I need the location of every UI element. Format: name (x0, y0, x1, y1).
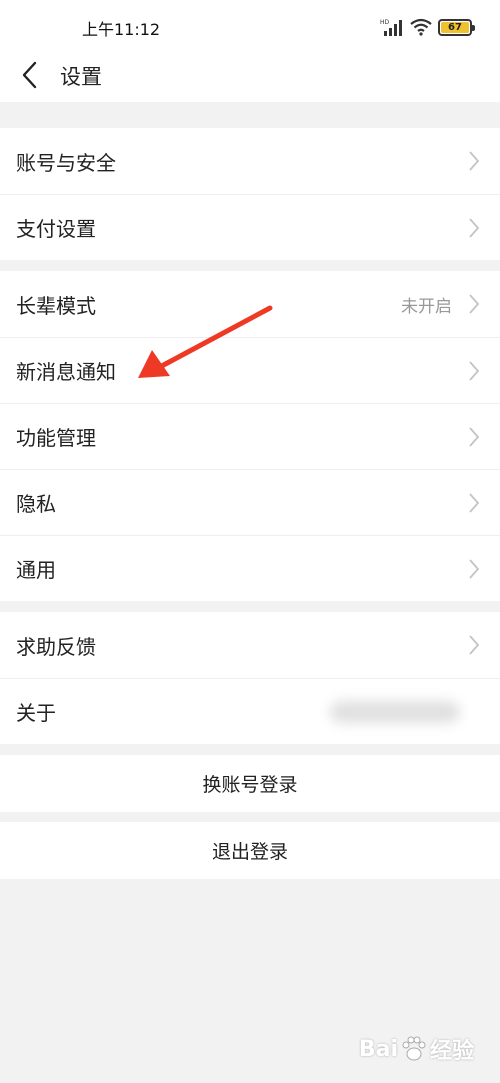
watermark-text-1: Bai (358, 1036, 398, 1062)
signal-icon: HD (380, 19, 402, 36)
settings-group-account: 账号与安全 支付设置 (0, 128, 500, 260)
settings-item-label: 通用 (16, 558, 56, 582)
paw-icon (402, 1036, 426, 1061)
elder-mode-status: 未开启 (401, 296, 452, 317)
settings-item-features[interactable]: 功能管理 (0, 403, 500, 469)
chevron-right-icon (469, 151, 480, 171)
page-title: 设置 (60, 65, 102, 89)
watermark-text-2: 经验 (429, 1039, 474, 1064)
settings-item-privacy[interactable]: 隐私 (0, 469, 500, 535)
settings-item-payment[interactable]: 支付设置 (0, 194, 500, 260)
chevron-right-icon (469, 218, 480, 238)
wifi-icon (410, 18, 432, 36)
baidu-watermark: Bai 经验 (359, 1033, 474, 1065)
chevron-right-icon (469, 559, 480, 579)
settings-item-label: 隐私 (16, 492, 56, 516)
settings-item-help-feedback[interactable]: 求助反馈 (0, 612, 500, 678)
chevron-right-icon (469, 294, 480, 314)
status-bar: 上午11:12 HD 67 (0, 0, 500, 52)
settings-item-account-security[interactable]: 账号与安全 (0, 128, 500, 194)
signal-hd-label: HD (380, 19, 390, 26)
status-time: 上午11:12 (82, 20, 161, 39)
settings-item-label: 功能管理 (16, 426, 96, 450)
settings-item-general[interactable]: 通用 (0, 535, 500, 601)
status-icons: HD 67 (380, 16, 475, 38)
settings-group-support: 求助反馈 关于 (0, 612, 500, 744)
blurred-version-info (330, 701, 460, 723)
logout-button[interactable]: 退出登录 (0, 822, 500, 879)
nav-bar: 设置 (0, 52, 500, 102)
battery-level: 67 (441, 21, 469, 33)
back-arrow-icon[interactable] (18, 60, 42, 90)
chevron-right-icon (469, 361, 480, 381)
settings-item-about[interactable]: 关于 (0, 678, 500, 744)
settings-item-label: 求助反馈 (16, 634, 96, 659)
settings-item-label: 新消息通知 (16, 360, 116, 384)
settings-item-label: 账号与安全 (16, 150, 116, 175)
battery-icon: 67 (438, 18, 475, 36)
switch-account-button[interactable]: 换账号登录 (0, 755, 500, 812)
chevron-right-icon (469, 493, 480, 513)
chevron-right-icon (469, 635, 480, 655)
settings-item-label: 支付设置 (16, 217, 96, 241)
settings-item-label: 关于 (16, 701, 56, 725)
settings-item-label: 长辈模式 (16, 293, 96, 318)
chevron-right-icon (469, 427, 480, 447)
annotation-arrow-icon (138, 305, 273, 378)
